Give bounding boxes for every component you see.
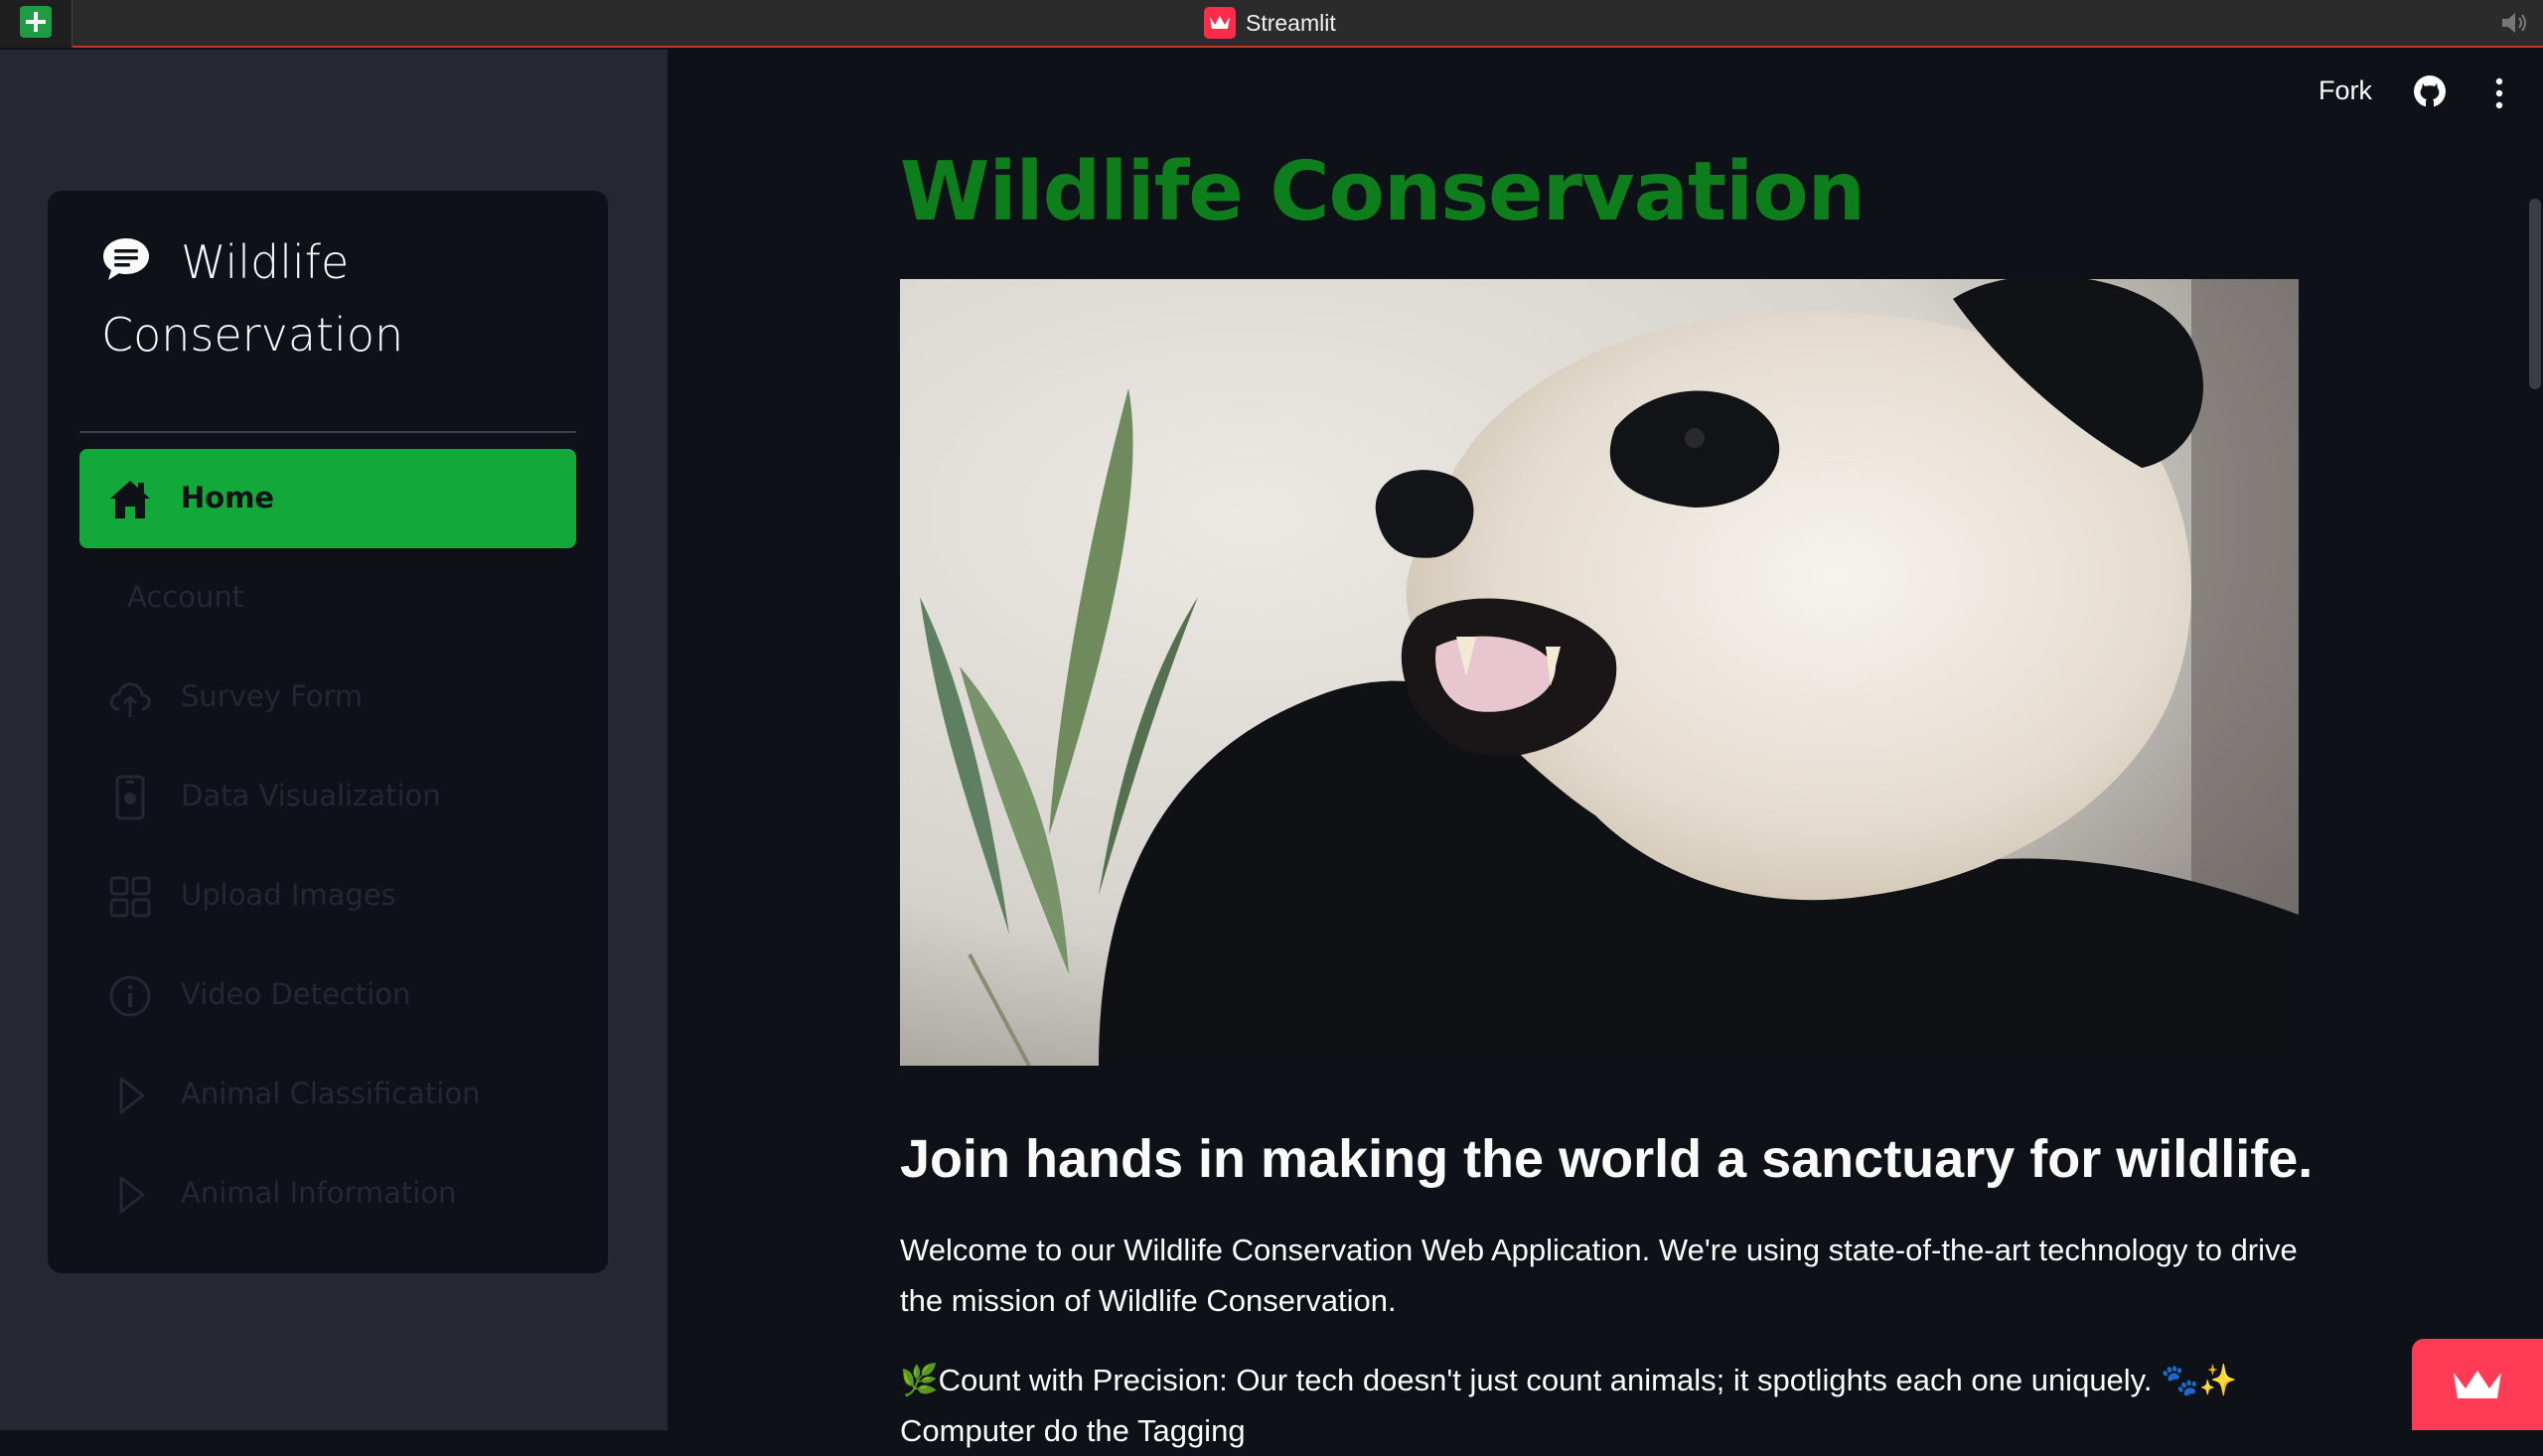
play-icon	[119, 1176, 145, 1214]
page-title: Wildlife Conservation	[900, 145, 1866, 239]
menu-item-label: Account	[127, 580, 244, 614]
option-menu: Wildlife Conservation Home Account Surve…	[48, 191, 608, 1273]
menu-item-label: Data Visualization	[181, 779, 441, 812]
menu-item-home[interactable]: Home	[79, 449, 576, 548]
menu-divider	[79, 431, 576, 433]
tagline-heading: Join hands in making the world a sanctua…	[900, 1129, 2314, 1189]
streamlit-crown-icon	[2454, 1371, 2501, 1398]
menu-item-animal-information[interactable]: Animal Information	[79, 1144, 576, 1243]
grid-icon	[109, 876, 151, 918]
menu-item-label: Survey Form	[181, 679, 364, 713]
streamlit-badge[interactable]	[2412, 1339, 2543, 1430]
kebab-menu-icon[interactable]	[2491, 75, 2507, 111]
window-title: Streamlit	[1246, 9, 1336, 36]
chat-bubble-icon	[103, 238, 149, 280]
menu-item-label: Home	[181, 481, 275, 514]
intro-paragraph: Welcome to our Wildlife Conservation Web…	[900, 1233, 2298, 1318]
feature-subtitle: Computer do the Tagging	[900, 1413, 1246, 1448]
phone-icon	[115, 775, 145, 820]
feature-paragraph: 🌿Count with Precision: Our tech doesn't …	[900, 1363, 2238, 1397]
menu-item-upload-images[interactable]: Upload Images	[79, 846, 576, 946]
hero-image	[900, 279, 2299, 1066]
menu-item-label: Animal Information	[181, 1176, 457, 1210]
github-icon[interactable]	[2412, 73, 2448, 109]
menu-item-data-visualization[interactable]: Data Visualization	[79, 747, 576, 846]
house-icon	[110, 481, 150, 518]
menu-item-survey-form[interactable]: Survey Form	[79, 648, 576, 747]
speaker-icon[interactable]	[2499, 10, 2529, 36]
fork-button[interactable]: Fork	[2319, 75, 2372, 106]
titlebar-corner	[0, 0, 73, 48]
menu-item-video-detection[interactable]: Video Detection	[79, 946, 576, 1045]
menu-item-label: Video Detection	[181, 977, 411, 1011]
info-icon	[109, 975, 151, 1017]
play-icon	[119, 1077, 145, 1114]
panda-photo	[900, 279, 2299, 1066]
window-title-group: Streamlit	[1204, 4, 1336, 42]
menu-item-account[interactable]: Account	[79, 548, 576, 648]
cloud-upload-icon	[109, 682, 151, 717]
streamlit-logo-icon	[1204, 7, 1236, 39]
menu-item-animal-classification[interactable]: Animal Classification	[79, 1045, 576, 1144]
sidebar: Wildlife Conservation Home Account Surve…	[0, 50, 668, 1430]
spreadsheet-add-icon[interactable]	[20, 6, 52, 38]
menu-title: Wildlife Conservation	[101, 226, 578, 371]
main-scrollbar[interactable]	[2529, 199, 2541, 389]
menu-item-label: Upload Images	[181, 878, 396, 912]
window-titlebar: Streamlit	[0, 0, 2543, 48]
menu-item-label: Animal Classification	[181, 1077, 481, 1110]
